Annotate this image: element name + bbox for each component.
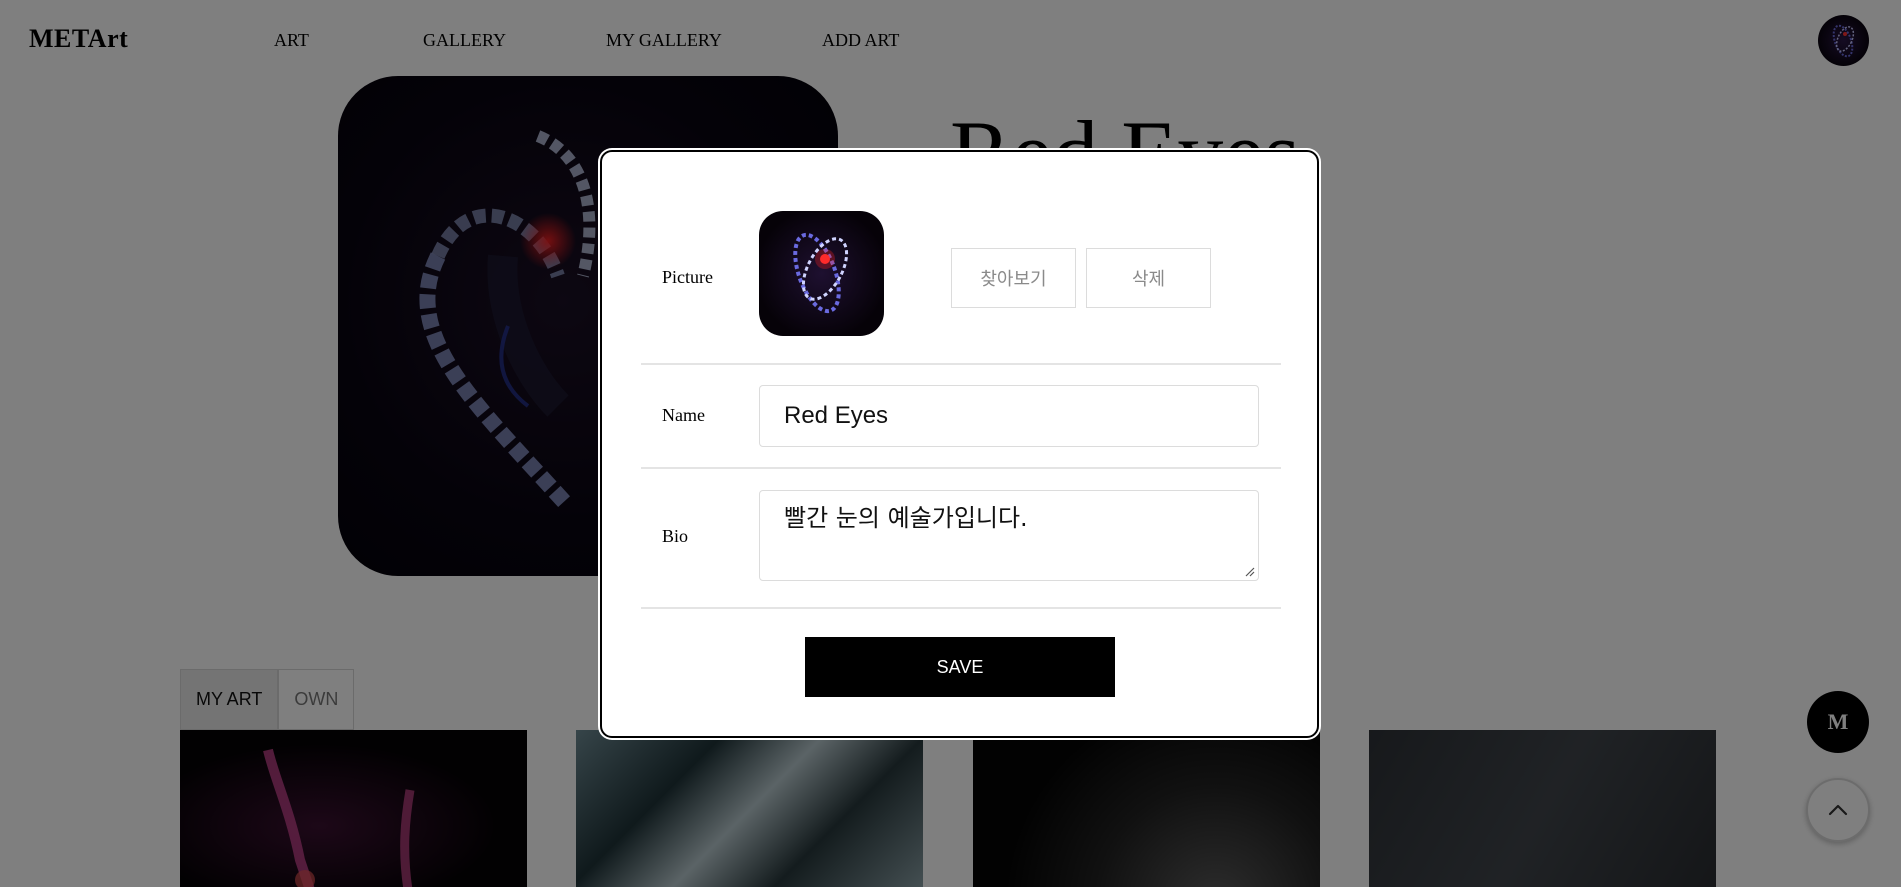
name-label: Name <box>662 405 705 425</box>
profile-picture-preview <box>759 211 884 336</box>
browse-button[interactable]: 찾아보기 <box>951 248 1076 308</box>
divider <box>641 363 1281 365</box>
divider <box>641 607 1281 609</box>
name-input[interactable]: Red Eyes <box>759 385 1259 447</box>
bio-text: 빨간 눈의 예술가입니다. <box>784 504 1028 532</box>
bio-label: Bio <box>662 526 689 546</box>
picture-label: Picture <box>662 267 713 287</box>
save-button[interactable]: SAVE <box>805 637 1115 697</box>
delete-button[interactable]: 삭제 <box>1086 248 1211 308</box>
resize-handle-icon[interactable] <box>1243 565 1255 577</box>
bio-textarea[interactable]: 빨간 눈의 예술가입니다. <box>759 490 1259 581</box>
divider <box>641 467 1281 469</box>
edit-profile-modal: Picture 찾아보기 삭제 Name Red Eyes Bio 빨간 눈의 … <box>600 150 1319 738</box>
